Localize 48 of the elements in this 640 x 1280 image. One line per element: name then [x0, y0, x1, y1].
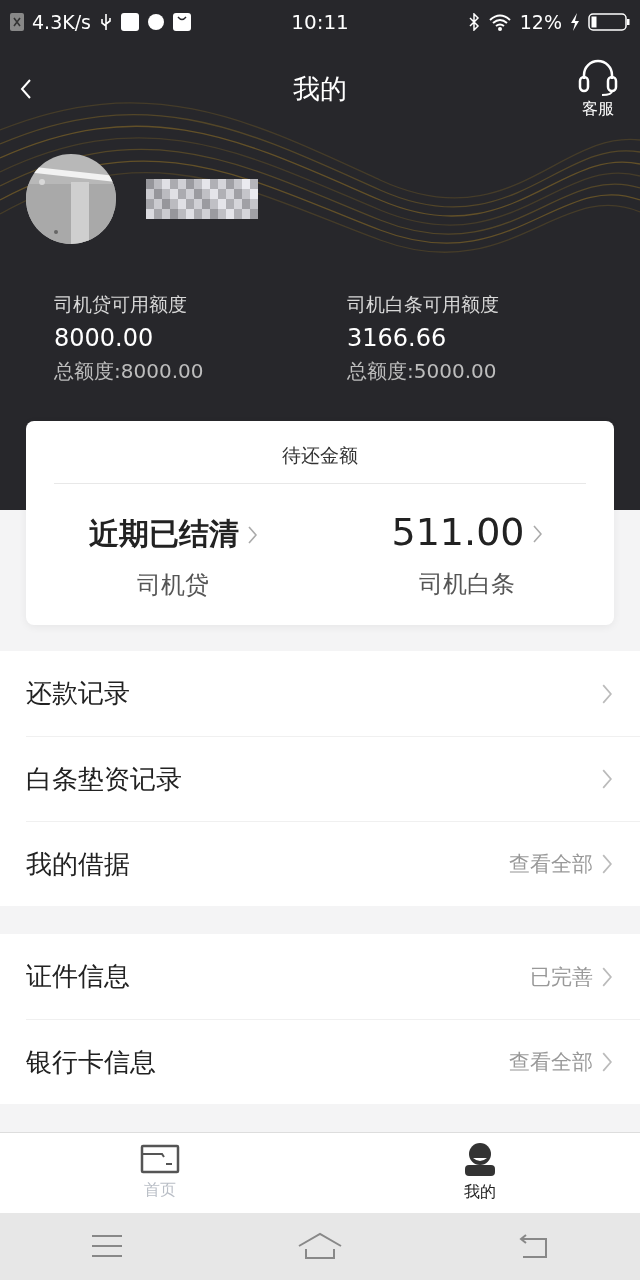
- repayment-status[interactable]: 近期已结清: [89, 514, 239, 555]
- menu-item[interactable]: 银行卡信息: [26, 1044, 509, 1080]
- planet-icon: [147, 13, 165, 31]
- credit-label: 司机贷可用额度: [54, 292, 188, 317]
- card-title: 待还金额: [281, 443, 359, 468]
- headset-icon: [576, 58, 620, 97]
- charging-icon: [570, 13, 580, 31]
- chevron-icon: [601, 768, 612, 790]
- credit-amount: 8000.00: [54, 324, 155, 352]
- tab[interactable]: 我的: [320, 1133, 640, 1213]
- loan-type-label: 司机贷: [137, 570, 209, 601]
- credit-amount: 3166.66: [347, 324, 448, 352]
- back-nav-icon[interactable]: [517, 1233, 550, 1260]
- customer-service-button[interactable]: 客服: [576, 58, 620, 120]
- bluetooth-icon: [467, 13, 480, 31]
- user-icon: [464, 1142, 496, 1177]
- card-icon: [140, 1144, 180, 1175]
- chevron-icon: [601, 965, 612, 988]
- battery-percent: 12%: [519, 11, 562, 33]
- chevron-icon: [247, 524, 257, 545]
- chevron-icon: [532, 524, 543, 544]
- chevron-icon: [601, 682, 612, 705]
- bag-icon: [173, 13, 191, 31]
- menu-item-value: 查看全部: [509, 851, 593, 878]
- back-icon[interactable]: [20, 78, 32, 100]
- chevron-icon: [601, 853, 612, 875]
- menu-icon[interactable]: [90, 1234, 123, 1259]
- home-icon[interactable]: [298, 1232, 342, 1261]
- menu-item[interactable]: 证件信息: [26, 959, 530, 994]
- menu-item[interactable]: 还款记录: [26, 676, 601, 711]
- repayment-amount[interactable]: 511.00: [391, 510, 525, 554]
- network-speed: 4.3K/s: [32, 11, 91, 33]
- menu-item-value: 已完善: [530, 963, 593, 991]
- app-icon: [121, 13, 139, 31]
- credit-total: 总额度:8000.00: [54, 358, 205, 385]
- menu-item-value: 查看全部: [509, 1049, 593, 1076]
- usb-icon: [99, 13, 113, 31]
- page-title: 我的: [293, 72, 347, 106]
- menu-item[interactable]: 白条垫资记录: [26, 761, 601, 797]
- chevron-icon: [601, 1051, 612, 1073]
- menu-item[interactable]: 我的借据: [26, 846, 509, 882]
- battery-icon: [588, 12, 630, 32]
- credit-total: 总额度:5000.00: [347, 358, 498, 385]
- clock-time: 10:11: [291, 10, 349, 34]
- wifi-icon: [487, 13, 512, 31]
- loan-type-label: 司机白条: [419, 569, 515, 600]
- sim-icon: [10, 13, 24, 31]
- credit-label: 司机白条可用额度: [347, 292, 500, 317]
